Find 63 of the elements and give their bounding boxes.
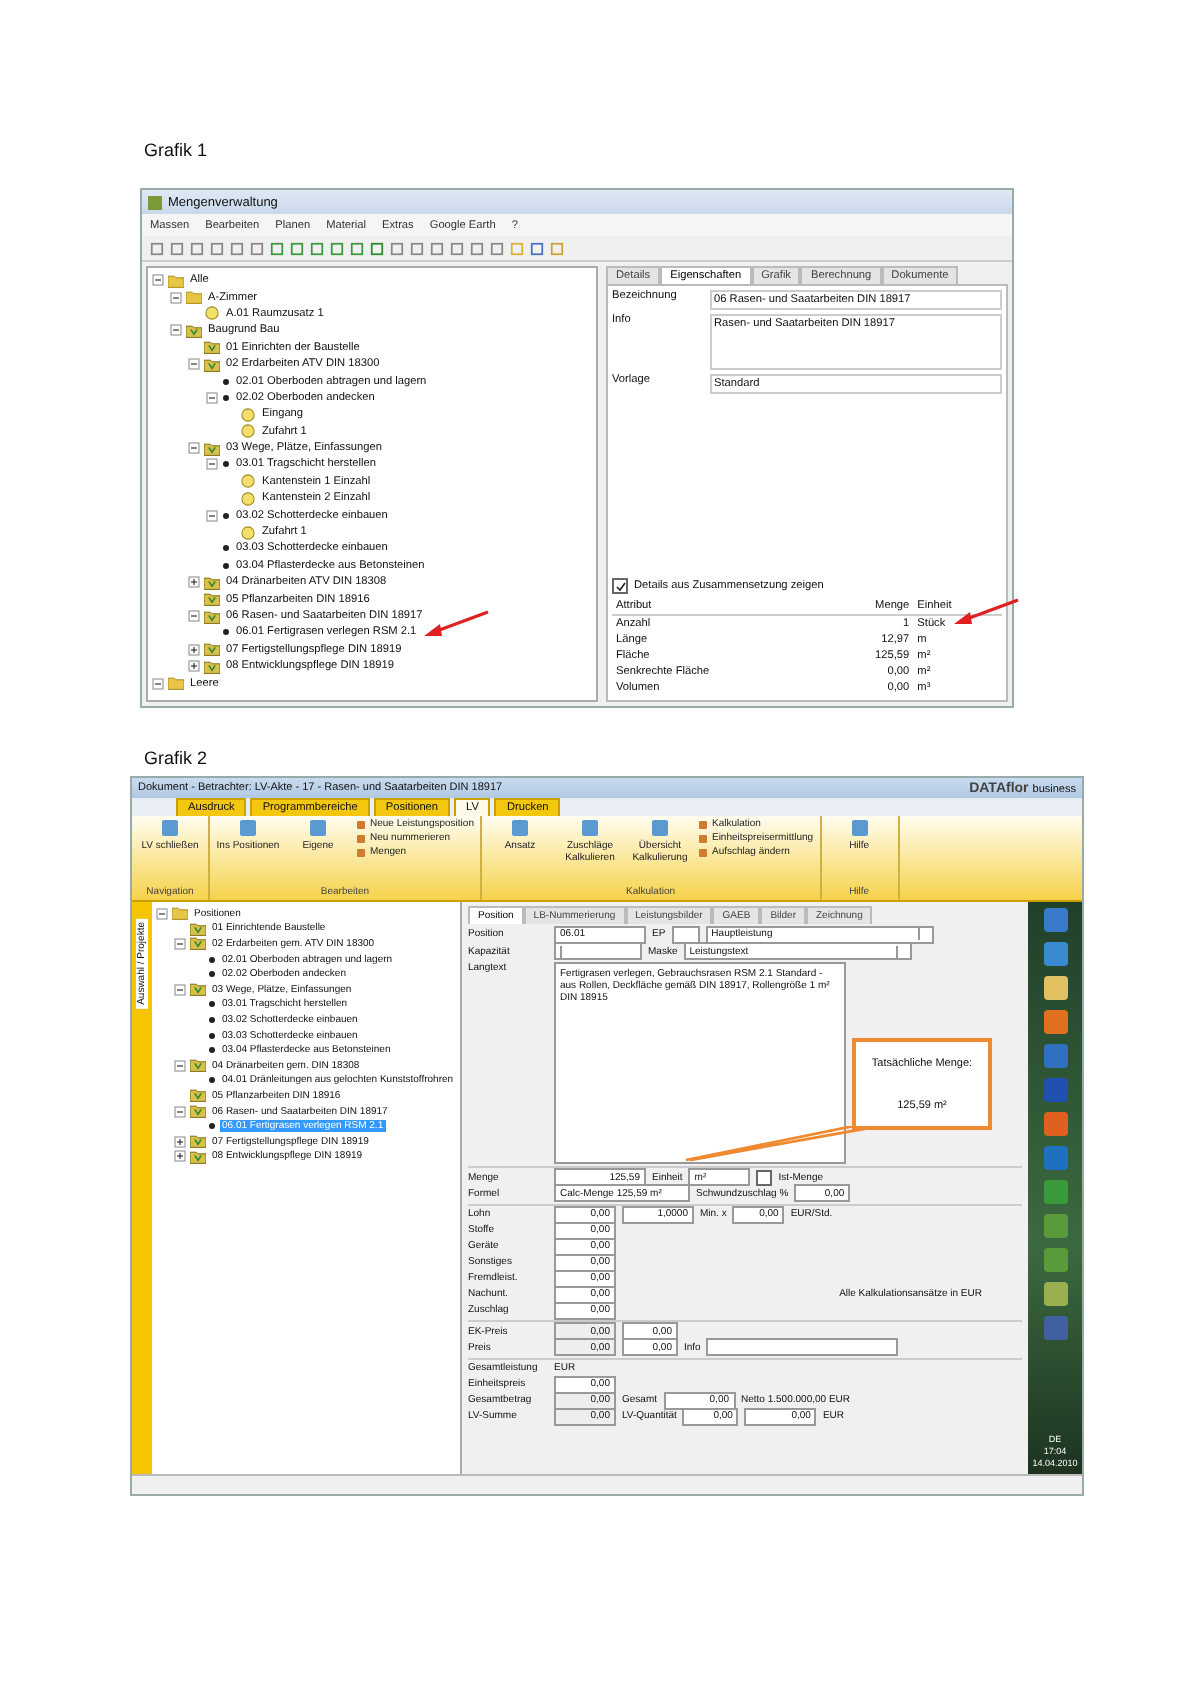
pointer-arrow — [422, 610, 490, 638]
bullet-icon — [222, 460, 230, 469]
taskbar-icon[interactable] — [1041, 974, 1069, 1002]
tool-icon — [509, 818, 530, 838]
folder-icon — [190, 1058, 206, 1073]
expand-icon[interactable] — [188, 576, 200, 589]
bullet-icon — [208, 1015, 216, 1024]
tool-icon — [579, 818, 600, 838]
pointer-arrow — [952, 598, 1020, 626]
collapse-icon[interactable] — [152, 677, 164, 690]
collapse-icon[interactable] — [206, 509, 218, 522]
taskbar-icon[interactable] — [1041, 1280, 1069, 1308]
expand-icon[interactable] — [174, 1150, 186, 1163]
figure-caption: Grafik 2 — [144, 748, 210, 768]
checkbox[interactable] — [612, 578, 628, 594]
folder-icon — [168, 676, 184, 691]
taskbar-icon[interactable] — [1041, 940, 1069, 968]
collapse-icon[interactable] — [188, 442, 200, 455]
bullet-icon — [208, 970, 216, 979]
bullet-icon — [208, 1122, 216, 1131]
bullet-icon — [222, 544, 230, 553]
tool-icon — [238, 818, 258, 838]
expand-icon[interactable] — [174, 1135, 186, 1148]
input-field[interactable] — [671, 925, 700, 943]
tool-icon — [160, 818, 180, 838]
collapse-icon[interactable] — [188, 358, 200, 371]
bullet-icon — [222, 511, 230, 520]
tool-icon — [649, 818, 670, 838]
tool-icon — [308, 818, 328, 838]
note-icon — [204, 306, 220, 321]
bullet-icon — [222, 628, 230, 637]
bullet-icon — [208, 1000, 216, 1009]
figure-caption: Grafik 1 — [144, 140, 210, 160]
bullet-icon — [222, 377, 230, 386]
collapse-icon[interactable] — [152, 274, 164, 287]
folder-icon — [204, 441, 220, 456]
expand-icon[interactable] — [188, 660, 200, 673]
bullet-icon — [222, 393, 230, 402]
folder-icon — [190, 982, 206, 997]
collapse-icon[interactable] — [170, 324, 182, 337]
dropdown[interactable] — [554, 942, 642, 960]
app-icon — [148, 195, 162, 209]
bullet-icon — [208, 1046, 216, 1055]
collapse-icon[interactable] — [174, 1105, 186, 1118]
tool-icon — [849, 818, 870, 838]
collapse-icon[interactable] — [206, 391, 218, 404]
collapse-icon[interactable] — [174, 1059, 186, 1072]
input-field[interactable] — [706, 1338, 899, 1356]
collapse-icon[interactable] — [156, 907, 168, 920]
bullet-icon — [208, 955, 216, 964]
expand-icon[interactable] — [188, 643, 200, 656]
taskbar-icon[interactable] — [1041, 906, 1069, 934]
note-icon — [240, 525, 256, 540]
collapse-icon[interactable] — [170, 291, 182, 304]
collapse-icon[interactable] — [206, 458, 218, 471]
collapse-icon[interactable] — [174, 983, 186, 996]
bullet-icon — [208, 1076, 216, 1085]
collapse-icon[interactable] — [188, 610, 200, 622]
checkbox[interactable] — [756, 1169, 773, 1185]
bullet-icon — [208, 1031, 216, 1040]
taskbar-icon[interactable] — [1041, 1008, 1069, 1036]
bullet-icon — [222, 561, 230, 570]
collapse-icon[interactable] — [174, 937, 186, 950]
